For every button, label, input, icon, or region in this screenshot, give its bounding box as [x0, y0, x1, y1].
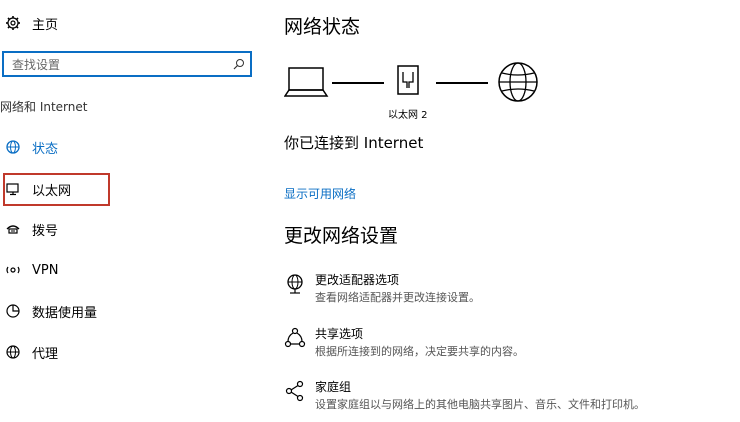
sidebar-item-label: 状态: [32, 141, 59, 157]
search-icon[interactable]: [232, 56, 246, 70]
gear-icon: [4, 14, 22, 32]
sidebar-item-label: 代理: [32, 346, 59, 362]
internet-globe-icon: [498, 62, 538, 102]
network-diagram: 以太网 2: [284, 58, 544, 122]
sidebar-item-label: 拨号: [32, 223, 59, 239]
setting-title: 共享选项: [315, 327, 364, 341]
search-input[interactable]: [10, 55, 229, 75]
globe-icon: [4, 343, 22, 361]
pie-chart-icon: [4, 302, 22, 320]
adapter-globe-icon: [287, 274, 303, 294]
setting-title: 家庭组: [315, 380, 352, 394]
sidebar-item-proxy[interactable]: 代理: [0, 335, 240, 369]
setting-title: 更改适配器选项: [315, 273, 400, 287]
homegroup-item[interactable]: 家庭组 设置家庭组以与网络上的其他电脑共享图片、音乐、文件和打印机。: [284, 378, 724, 422]
connection-line: [436, 82, 488, 84]
sidebar-item-label: VPN: [32, 262, 59, 278]
sidebar-item-status[interactable]: 状态: [0, 130, 240, 164]
search-field[interactable]: [2, 51, 252, 77]
globe-status-icon: [4, 138, 22, 156]
sidebar-item-home[interactable]: 主页: [0, 6, 240, 40]
highlight-box: [3, 173, 110, 206]
page-title: 网络状态: [284, 16, 361, 38]
show-networks-link[interactable]: 显示可用网络: [284, 185, 356, 202]
adapter-label: 以太网 2: [388, 110, 428, 121]
phone-icon: [4, 220, 22, 238]
sidebar-section-label: 网络和 Internet: [0, 100, 88, 114]
sidebar-item-label: 主页: [32, 17, 59, 33]
sidebar-item-dialup[interactable]: 拨号: [0, 212, 240, 246]
setting-description: 根据所连接到的网络，决定要共享的内容。: [315, 345, 524, 358]
laptop-icon: [284, 67, 329, 97]
vpn-icon: [4, 261, 22, 279]
setting-description: 查看网络适配器并更改连接设置。: [315, 291, 480, 304]
connection-line: [332, 82, 384, 84]
share-icon: [284, 327, 306, 348]
sharing-options-item[interactable]: 共享选项 根据所连接到的网络，决定要共享的内容。: [284, 325, 724, 369]
connection-status: 你已连接到 Internet: [284, 134, 424, 152]
ethernet-port-icon: [397, 65, 419, 95]
setting-description: 设置家庭组以与网络上的其他电脑共享图片、音乐、文件和打印机。: [315, 398, 645, 411]
homegroup-icon: [285, 380, 304, 402]
sidebar-item-data-usage[interactable]: 数据使用量: [0, 294, 240, 328]
change-settings-title: 更改网络设置: [284, 225, 399, 247]
sidebar-item-vpn[interactable]: VPN: [0, 253, 240, 287]
adapter-options-item[interactable]: 更改适配器选项 查看网络适配器并更改连接设置。: [284, 271, 724, 315]
sidebar-item-label: 数据使用量: [32, 305, 98, 321]
